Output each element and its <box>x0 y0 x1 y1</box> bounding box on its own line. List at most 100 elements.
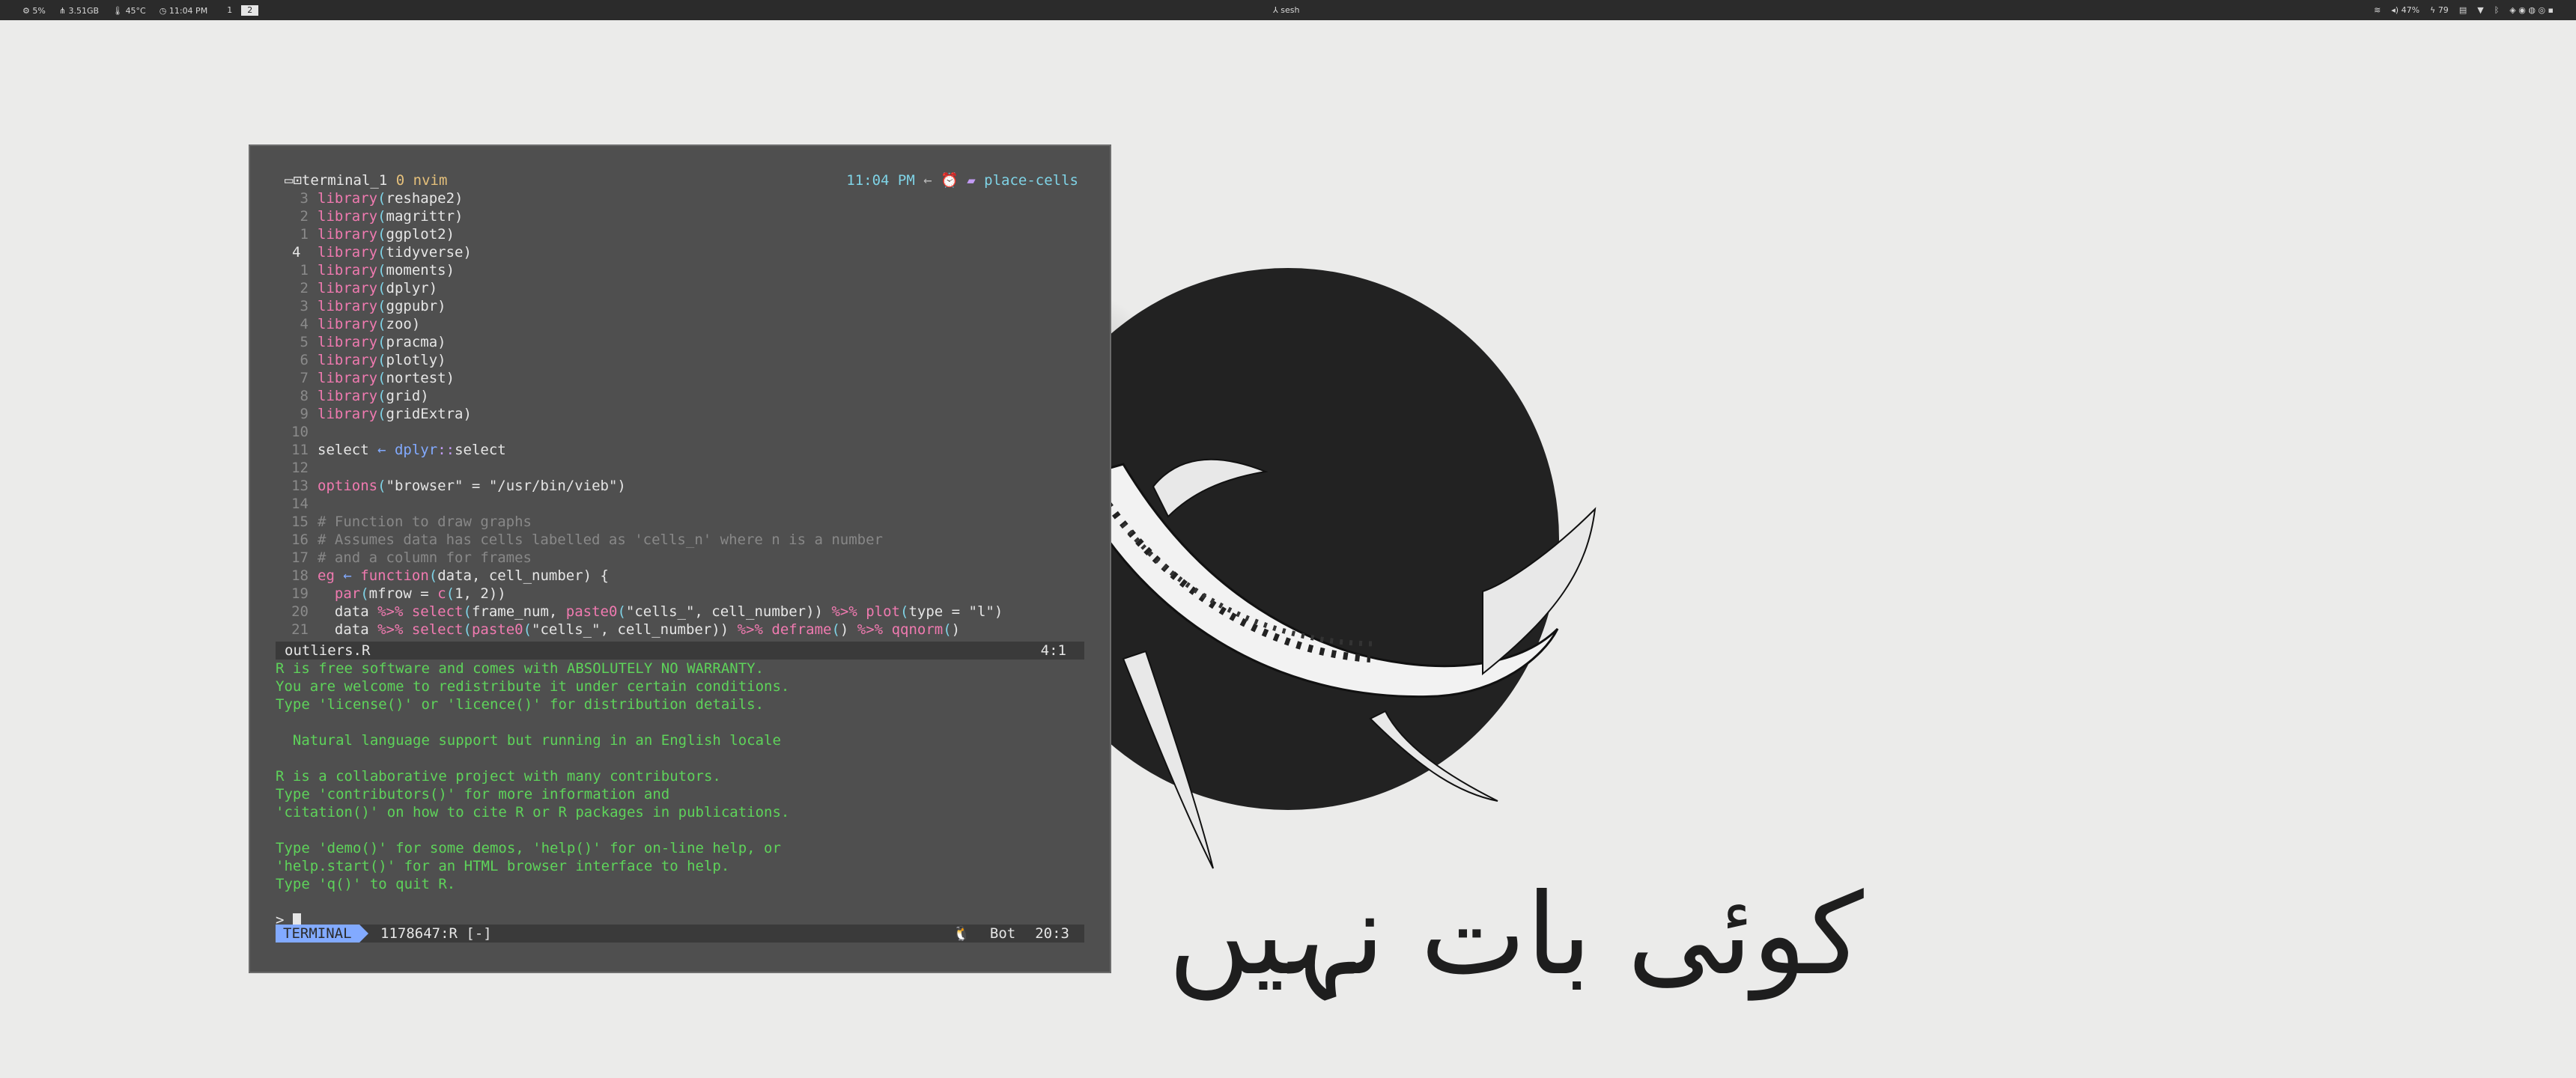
code-text: library(gridExtra) <box>318 406 472 422</box>
code-line[interactable]: 18 eg ← function(data, cell_number) { <box>273 567 1096 585</box>
tab-clock: 11:04 PM <box>846 172 915 189</box>
line-number: 14 <box>291 496 309 512</box>
code-line[interactable]: 3 library(reshape2) <box>273 189 1096 207</box>
code-line[interactable]: 19 par(mfrow = c(1, 2)) <box>273 585 1096 603</box>
code-line[interactable]: 2 library(magrittr) <box>273 207 1096 225</box>
terminal-window[interactable]: ▭⊡terminal_1 0 nvim 11:04 PM ← ⏰ ▰ place… <box>249 144 1111 973</box>
code-text: library(nortest) <box>318 370 455 386</box>
code-text: library(grid) <box>318 388 429 404</box>
code-line[interactable]: 1 library(moments) <box>273 261 1096 279</box>
mode-indicator: TERMINAL <box>276 925 368 943</box>
line-number: 6 <box>300 352 309 368</box>
nvim-tabline: ▭⊡terminal_1 0 nvim 11:04 PM ← ⏰ ▰ place… <box>285 171 1078 189</box>
line-number: 4 <box>292 244 301 261</box>
linux-icon: 🐧 <box>953 925 970 942</box>
line-number: 18 <box>291 567 309 584</box>
folder-icon: ▰ <box>967 172 976 189</box>
console-line: R is free software and comes with ABSOLU… <box>276 660 765 677</box>
line-number: 8 <box>300 388 309 404</box>
line-number: 16 <box>291 532 309 548</box>
line-number: 9 <box>300 406 309 422</box>
code-text: options("browser" = "/usr/bin/vieb") <box>318 478 626 494</box>
code-line[interactable]: 11 select ← dplyr::select <box>273 441 1096 459</box>
code-line[interactable]: 3 library(ggpubr) <box>273 297 1096 315</box>
line-number: 3 <box>300 298 309 314</box>
code-line[interactable]: 14 <box>273 495 1096 513</box>
line-number: 13 <box>291 478 309 494</box>
code-line[interactable]: 17 # and a column for frames <box>273 549 1096 567</box>
code-line[interactable]: 5 library(pracma) <box>273 333 1096 351</box>
r-console-output[interactable]: R is free software and comes with ABSOLU… <box>276 660 1084 929</box>
code-line[interactable]: 8 library(grid) <box>273 387 1096 405</box>
code-line[interactable]: 1 library(ggplot2) <box>273 225 1096 243</box>
line-number: 20 <box>291 603 309 620</box>
wallpaper-calligraphy: کوئی بات نہیں <box>1168 870 1864 1001</box>
code-text: data %>% select(paste0("cells_", cell_nu… <box>318 621 961 638</box>
console-line: Type 'contributors()' for more informati… <box>276 786 670 803</box>
console-line: Type 'demo()' for some demos, 'help()' f… <box>276 840 781 856</box>
line-number: 10 <box>291 424 309 440</box>
code-line[interactable]: 20 data %>% select(frame_num, paste0("ce… <box>273 603 1096 621</box>
code-text: # Function to draw graphs <box>318 514 532 530</box>
code-line[interactable]: 9 library(gridExtra) <box>273 405 1096 423</box>
code-line[interactable]: 12 <box>273 459 1096 477</box>
scroll-position: Bot <box>989 925 1016 942</box>
line-number: 21 <box>291 621 309 638</box>
code-text: library(moments) <box>318 262 455 278</box>
console-line: Natural language support but running in … <box>276 732 781 749</box>
cursor-position: 4:1 <box>1040 642 1066 659</box>
code-line[interactable]: 4 library(tidyverse) <box>273 243 1096 261</box>
console-line: 'citation()' on how to cite R or R packa… <box>276 804 790 820</box>
code-line[interactable]: 4 library(zoo) <box>273 315 1096 333</box>
app-name: nvim <box>413 172 448 189</box>
code-line[interactable]: 15 # Function to draw graphs <box>273 513 1096 531</box>
file-name: outliers.R <box>285 642 371 659</box>
line-number: 1 <box>300 262 309 278</box>
code-text: # Assumes data has cells labelled as 'ce… <box>318 532 883 548</box>
code-text: eg ← function(data, cell_number) { <box>318 567 609 584</box>
code-text: library(plotly) <box>318 352 446 368</box>
code-text: data %>% select(frame_num, paste0("cells… <box>318 603 1003 620</box>
code-text: library(ggplot2) <box>318 226 455 243</box>
code-text: library(ggpubr) <box>318 298 446 314</box>
console-line: R is a collaborative project with many c… <box>276 768 721 785</box>
code-text: select ← dplyr::select <box>318 442 506 458</box>
code-text: library(magrittr) <box>318 208 464 225</box>
code-text: library(tidyverse) <box>318 244 472 261</box>
code-text: library(zoo) <box>318 316 421 332</box>
terminal-statusline: TERMINAL 1178647:R [-] 🐧 Bot 20:3 <box>276 925 1084 943</box>
code-line[interactable]: 6 library(plotly) <box>273 351 1096 369</box>
console-line: Type 'q()' to quit R. <box>276 876 456 892</box>
code-text: par(mfrow = c(1, 2)) <box>334 585 506 602</box>
line-number: 3 <box>300 190 309 207</box>
code-text: # and a column for frames <box>318 549 532 566</box>
code-line[interactable]: 21 data %>% select(paste0("cells_", cell… <box>273 621 1096 639</box>
console-line: 'help.start()' for an HTML browser inter… <box>276 858 730 874</box>
tab-count: 0 <box>395 172 405 189</box>
code-line[interactable]: 7 library(nortest) <box>273 369 1096 387</box>
code-line[interactable]: 10 <box>273 423 1096 441</box>
folder-name: place-cells <box>984 172 1078 189</box>
console-line: Type 'license()' or 'licence()' for dist… <box>276 696 765 713</box>
line-number: 11 <box>291 442 309 458</box>
editor-statusline: outliers.R 4:1 <box>276 642 1084 660</box>
terminal-name: terminal_1 <box>301 172 388 189</box>
arrow-left-icon: ← <box>923 172 932 189</box>
code-line[interactable]: 13 options("browser" = "/usr/bin/vieb") <box>273 477 1096 495</box>
line-number: 17 <box>291 549 309 566</box>
code-text: library(pracma) <box>318 334 446 350</box>
line-number: 2 <box>300 280 309 296</box>
code-text: library(dplyr) <box>318 280 438 296</box>
code-editor[interactable]: 3 library(reshape2) 2 library(magrittr) 1 lib… <box>273 189 1096 639</box>
code-line[interactable]: 16 # Assumes data has cells labelled as '… <box>273 531 1096 549</box>
line-number: 19 <box>291 585 309 602</box>
terminal-icon: ▭⊡ <box>285 172 302 189</box>
line-number: 4 <box>300 316 309 332</box>
code-line[interactable]: 2 library(dplyr) <box>273 279 1096 297</box>
line-number: 1 <box>300 226 309 243</box>
line-number: 12 <box>291 460 309 476</box>
